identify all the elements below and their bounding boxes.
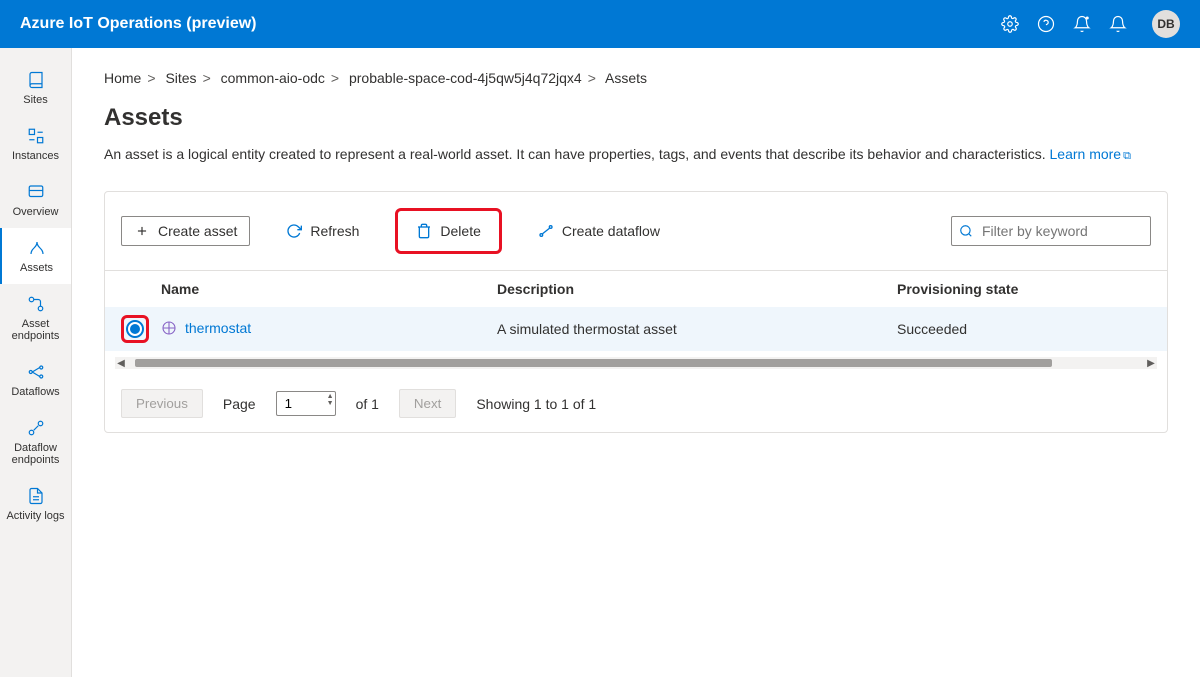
sidebar-label: Instances (12, 150, 59, 162)
scroll-thumb[interactable] (135, 359, 1052, 367)
spinner-buttons[interactable]: ▲▼ (327, 393, 334, 407)
sidebar-label: Overview (13, 206, 59, 218)
breadcrumb-item[interactable]: common-aio-odc (221, 70, 325, 86)
sidebar-item-dataflow-endpoints[interactable]: Dataflow endpoints (0, 408, 71, 476)
help-icon[interactable] (1036, 14, 1056, 34)
row-radio-selected[interactable] (126, 320, 144, 338)
search-icon (959, 224, 973, 238)
sidebar-label: Dataflows (11, 386, 59, 398)
page-description: An asset is a logical entity created to … (104, 144, 1168, 165)
sidebar-item-dataflows[interactable]: Dataflows (0, 352, 71, 408)
sidebar-item-instances[interactable]: Instances (0, 116, 71, 172)
of-label: of 1 (356, 396, 379, 412)
delete-button[interactable]: Delete (404, 217, 492, 245)
sidebar: Sites Instances Overview Assets Asset en… (0, 48, 72, 677)
next-button[interactable]: Next (399, 389, 456, 418)
sidebar-label: Assets (20, 262, 53, 274)
sidebar-item-overview[interactable]: Overview (0, 172, 71, 228)
sidebar-label: Activity logs (6, 510, 64, 522)
sidebar-item-sites[interactable]: Sites (0, 60, 71, 116)
create-dataflow-button[interactable]: Create dataflow (526, 217, 672, 245)
asset-endpoints-icon (26, 294, 46, 314)
table-header: Name Description Provisioning state (105, 270, 1167, 307)
activity-logs-icon (26, 486, 46, 506)
create-asset-button[interactable]: Create asset (121, 216, 250, 246)
breadcrumb: Home> Sites> common-aio-odc> probable-sp… (104, 70, 1168, 86)
sidebar-item-assets[interactable]: Assets (0, 228, 71, 284)
app-title: Azure IoT Operations (preview) (20, 15, 1000, 33)
header-actions: DB (1000, 10, 1180, 38)
settings-icon[interactable] (1000, 14, 1020, 34)
filter-input-wrap (951, 216, 1151, 246)
page-title: Assets (104, 104, 1168, 132)
trash-icon (416, 223, 432, 239)
dataflows-icon (26, 362, 46, 382)
assets-panel: Create asset Refresh Delete Create dataf… (104, 191, 1168, 433)
filter-input[interactable] (951, 216, 1151, 246)
breadcrumb-item[interactable]: probable-space-cod-4j5qw5j4q72jqx4 (349, 70, 582, 86)
col-state-header[interactable]: Provisioning state (897, 281, 1151, 297)
previous-button[interactable]: Previous (121, 389, 203, 418)
asset-type-icon (161, 320, 177, 336)
col-name-header[interactable]: Name (161, 281, 497, 297)
notifications-icon[interactable] (1108, 14, 1128, 34)
sidebar-item-activity-logs[interactable]: Activity logs (0, 476, 71, 532)
sidebar-item-asset-endpoints[interactable]: Asset endpoints (0, 284, 71, 352)
radio-highlight (121, 315, 149, 343)
scroll-left-arrow[interactable]: ◀ (115, 358, 127, 369)
row-state: Succeeded (897, 321, 1151, 337)
row-description: A simulated thermostat asset (497, 321, 897, 337)
refresh-icon (286, 223, 302, 239)
table-row[interactable]: thermostat A simulated thermostat asset … (105, 307, 1167, 351)
app-header: Azure IoT Operations (preview) DB (0, 0, 1200, 48)
dataflow-endpoints-icon (26, 418, 46, 438)
toolbar: Create asset Refresh Delete Create dataf… (105, 192, 1167, 270)
main-content: Home> Sites> common-aio-odc> probable-sp… (72, 48, 1200, 677)
delete-highlight: Delete (395, 208, 501, 254)
breadcrumb-item[interactable]: Sites (165, 70, 196, 86)
learn-more-link[interactable]: Learn more⧉ (1050, 146, 1131, 162)
plus-icon (134, 223, 150, 239)
overview-icon (26, 182, 46, 202)
sites-icon (26, 70, 46, 90)
scroll-right-arrow[interactable]: ▶ (1145, 358, 1157, 369)
asset-link[interactable]: thermostat (161, 320, 251, 336)
horizontal-scrollbar[interactable]: ◀ ▶ (115, 357, 1157, 369)
pager: Previous Page ▲▼ of 1 Next Showing 1 to … (105, 375, 1167, 432)
sidebar-label: Sites (23, 94, 47, 106)
page-label: Page (223, 396, 256, 412)
breadcrumb-item: Assets (605, 70, 647, 86)
assets-icon (27, 238, 47, 258)
breadcrumb-item[interactable]: Home (104, 70, 141, 86)
col-desc-header[interactable]: Description (497, 281, 897, 297)
external-link-icon: ⧉ (1123, 150, 1131, 162)
sidebar-label: Asset endpoints (4, 318, 67, 342)
whats-new-icon[interactable] (1072, 14, 1092, 34)
showing-label: Showing 1 to 1 of 1 (476, 396, 596, 412)
sidebar-label: Dataflow endpoints (4, 442, 67, 466)
refresh-button[interactable]: Refresh (274, 217, 371, 245)
user-avatar[interactable]: DB (1152, 10, 1180, 38)
dataflow-icon (538, 223, 554, 239)
instances-icon (26, 126, 46, 146)
